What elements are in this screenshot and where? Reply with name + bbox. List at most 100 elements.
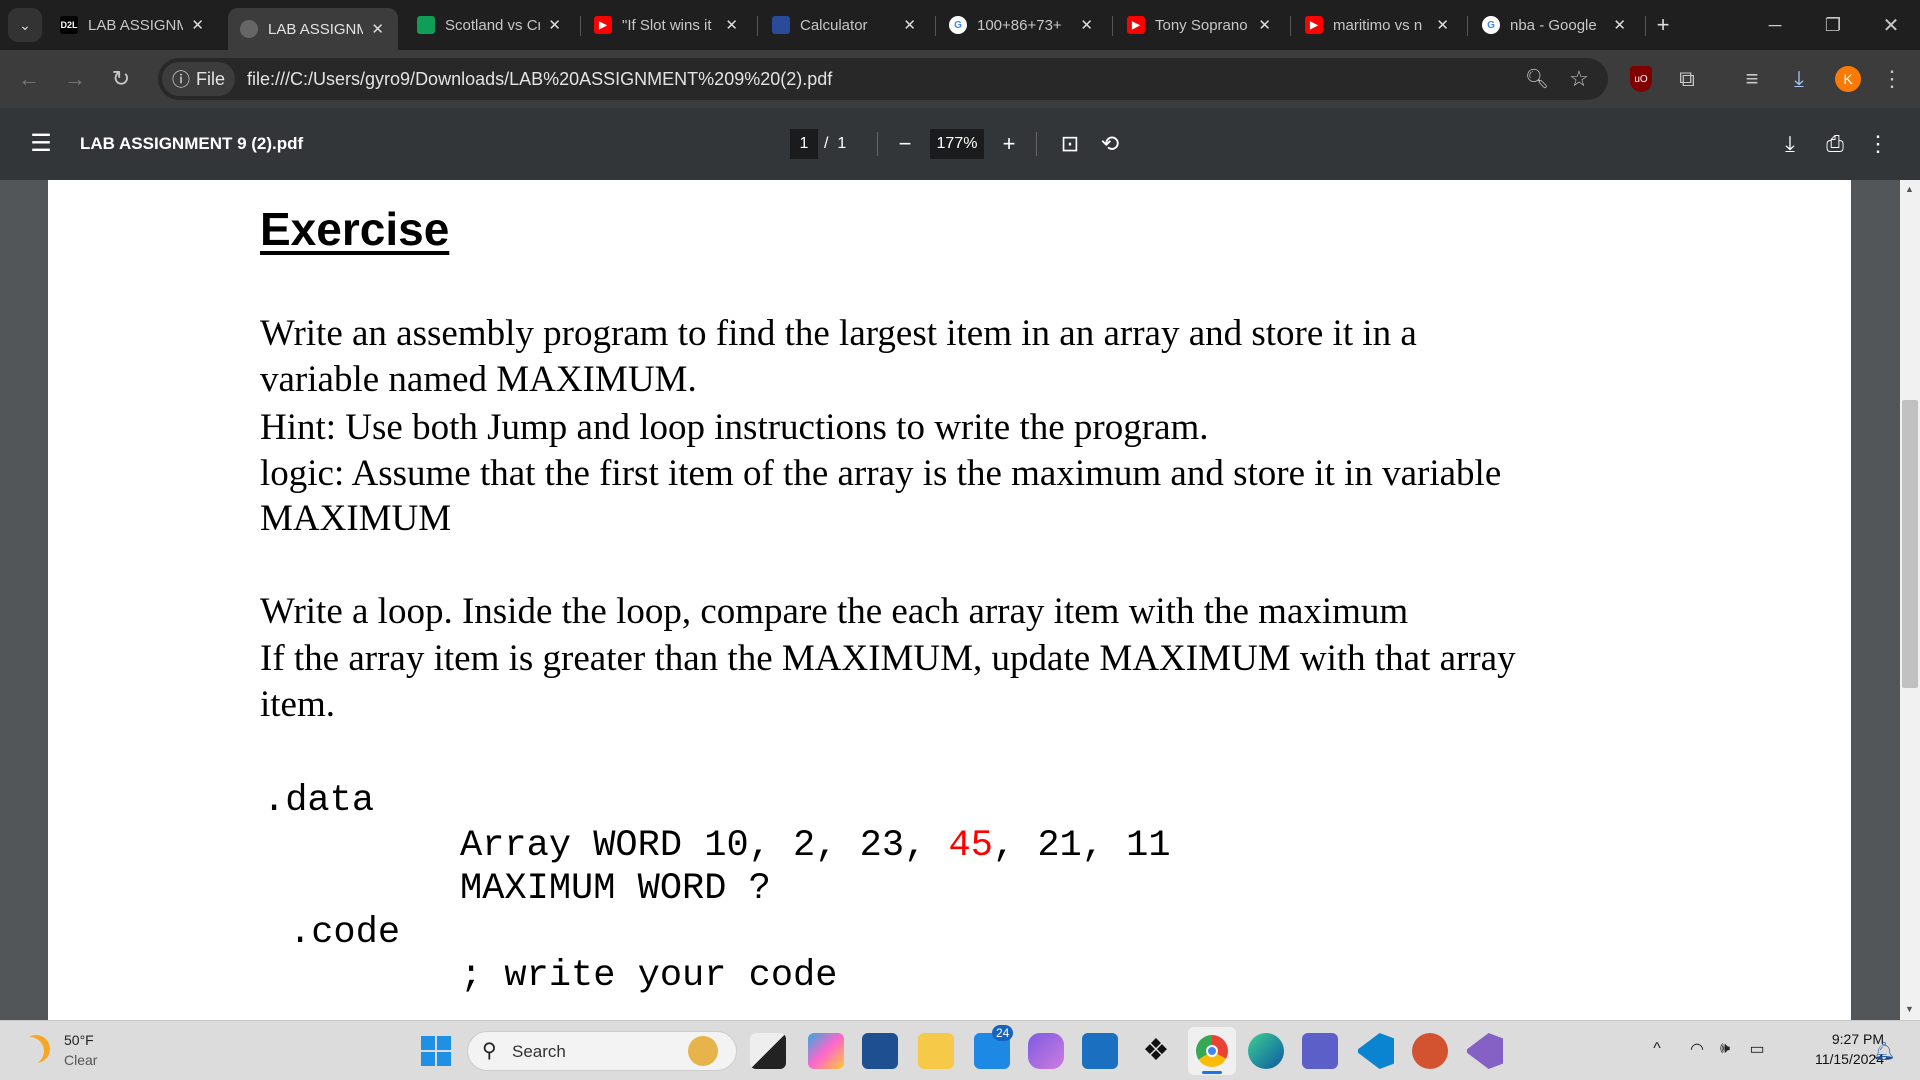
close-tab-icon[interactable]: ✕ xyxy=(1080,16,1093,34)
sheets-icon xyxy=(417,16,435,34)
new-tab-button[interactable]: + xyxy=(1648,10,1678,40)
copilot-icon[interactable] xyxy=(808,1033,844,1069)
pdf-toolbar: ☰ LAB ASSIGNMENT 9 (2).pdf 1 / 1 − 177% … xyxy=(0,108,1920,180)
tab[interactable]: D2L LAB ASSIGNMENT ✕ xyxy=(48,8,218,42)
site-info-chip[interactable]: ⓘ File xyxy=(162,62,236,96)
weather-widget[interactable]: 50°F Clear xyxy=(22,1031,142,1071)
close-tab-icon[interactable]: ✕ xyxy=(191,16,204,34)
weather-temp: 50°F xyxy=(64,1032,94,1048)
fit-page-icon[interactable]: ⊡ xyxy=(1055,128,1085,160)
back-button[interactable]: ← xyxy=(12,62,46,96)
tab[interactable]: ▶ "If Slot wins it ✕ xyxy=(582,8,752,42)
extensions-icon[interactable]: ⧉ xyxy=(1670,62,1704,96)
scroll-up-arrow[interactable]: ▲ xyxy=(1905,184,1914,194)
app-s-icon[interactable] xyxy=(1082,1033,1118,1069)
microsoft-store-icon[interactable] xyxy=(862,1033,898,1069)
tab[interactable]: Gnba - Google ✕ xyxy=(1470,8,1640,42)
battery-icon[interactable]: ▭ xyxy=(1745,1037,1769,1061)
scrollbar[interactable]: ▲ ▼ xyxy=(1900,180,1920,1020)
more-options-icon[interactable]: ⋮ xyxy=(1866,128,1890,160)
tab-active[interactable]: LAB ASSIGNMENT ✕ xyxy=(228,8,398,50)
tab-title: "If Slot wins it xyxy=(622,16,712,34)
browser-menu-icon[interactable]: ⋮ xyxy=(1880,62,1904,96)
reload-button[interactable]: ↻ xyxy=(104,62,138,96)
close-tab-icon[interactable]: ✕ xyxy=(1258,16,1271,34)
tab[interactable]: Scotland vs Croatia ✕ xyxy=(405,8,575,42)
address-bar[interactable]: ⓘ File file:///C:/Users/gyro9/Downloads/L… xyxy=(158,58,1608,100)
notification-bell-icon[interactable]: 🔔︎ xyxy=(1872,1039,1896,1063)
youtube-icon: ▶ xyxy=(1127,16,1145,34)
taskbar: 50°F Clear ⚲ Search 24 ❖ ^ ◠ 🕪 ▭ 9:27 PM… xyxy=(0,1020,1920,1080)
paragraph-line: MAXIMUM xyxy=(260,498,452,539)
moon-icon xyxy=(22,1035,50,1063)
task-view-icon[interactable] xyxy=(750,1033,786,1069)
clock-date: 11/15/2024 xyxy=(1814,1051,1884,1067)
close-tab-icon[interactable]: ✕ xyxy=(371,20,384,38)
visual-studio-icon[interactable] xyxy=(1467,1033,1503,1069)
chrome-icon[interactable] xyxy=(1188,1027,1236,1075)
pdf-page: Exercise Write an assembly program to fi… xyxy=(48,180,1851,1020)
url-text[interactable]: file:///C:/Users/gyro9/Downloads/LAB%20A… xyxy=(247,69,832,90)
restore-button[interactable]: ❐ xyxy=(1818,10,1848,40)
scheme-label: File xyxy=(196,68,226,89)
tab-title: Scotland vs Croatia xyxy=(445,16,540,34)
vscode-icon[interactable] xyxy=(1358,1033,1394,1069)
scrollbar-thumb[interactable] xyxy=(1902,400,1918,688)
search-icon: ⚲ xyxy=(482,1040,497,1062)
wifi-icon[interactable]: ◠ xyxy=(1685,1037,1709,1061)
close-tab-icon[interactable]: ✕ xyxy=(725,16,738,34)
tab[interactable]: G 100+86+73+ ✕ xyxy=(937,8,1107,42)
zoom-in-button[interactable]: + xyxy=(994,128,1024,160)
clock-time: 9:27 PM xyxy=(1831,1031,1884,1047)
tab-title: Tony Soprano xyxy=(1155,16,1248,34)
exercise-heading: Exercise xyxy=(260,203,450,255)
paragraph-line: variable named MAXIMUM. xyxy=(260,359,697,400)
mail-badge: 24 xyxy=(992,1025,1014,1041)
close-window-button[interactable]: ✕ xyxy=(1876,10,1906,40)
close-tab-icon[interactable]: ✕ xyxy=(1613,16,1626,34)
highlighted-value: 45 xyxy=(948,825,993,867)
paragraph-line: Write an assembly program to find the la… xyxy=(260,313,1417,354)
zoom-icon[interactable]: 🔍︎ xyxy=(1524,66,1550,92)
clock[interactable]: 9:27 PM 11/15/2024 xyxy=(1780,1029,1884,1069)
start-button[interactable] xyxy=(418,1033,454,1069)
volume-icon[interactable]: 🕪 xyxy=(1713,1037,1737,1061)
show-hidden-icons[interactable]: ^ xyxy=(1645,1037,1669,1061)
tab-title: nba - Google xyxy=(1510,16,1597,34)
menu-icon[interactable]: ☰ xyxy=(24,126,58,160)
close-tab-icon[interactable]: ✕ xyxy=(903,16,916,34)
media-control-icon[interactable]: ≡ xyxy=(1735,62,1769,96)
close-tab-icon[interactable]: ✕ xyxy=(1436,16,1449,34)
tab[interactable]: Calculator ✕ xyxy=(760,8,930,42)
page-total: / 1 xyxy=(824,135,847,152)
dropbox-icon[interactable]: ❖ xyxy=(1138,1033,1174,1069)
file-explorer-icon[interactable] xyxy=(918,1033,954,1069)
bookmark-star-icon[interactable]: ☆ xyxy=(1566,66,1592,92)
powerpoint-icon[interactable] xyxy=(1412,1033,1448,1069)
tab-search-button[interactable]: ⌄ xyxy=(8,8,42,42)
m365-icon[interactable] xyxy=(1028,1033,1064,1069)
forward-button[interactable]: → xyxy=(58,62,92,96)
weather-desc: Clear xyxy=(64,1052,98,1068)
minimize-button[interactable]: ─ xyxy=(1760,10,1790,40)
tab[interactable]: ▶ maritimo vs n ✕ xyxy=(1293,8,1463,42)
google-icon: G xyxy=(1482,16,1500,34)
page-number-input[interactable]: 1 xyxy=(790,129,818,159)
mail-icon[interactable]: 24 xyxy=(974,1025,1014,1069)
tab[interactable]: ▶ Tony Soprano ✕ xyxy=(1115,8,1285,42)
print-icon[interactable]: ⎙ xyxy=(1820,128,1850,160)
download-icon[interactable]: ⤓ xyxy=(1775,128,1805,160)
scroll-down-arrow[interactable]: ▼ xyxy=(1905,1004,1914,1014)
zoom-level-input[interactable]: 177% xyxy=(930,129,984,159)
rotate-icon[interactable]: ⟲ xyxy=(1095,128,1125,160)
profile-avatar[interactable]: K xyxy=(1835,66,1861,92)
taskbar-search[interactable]: ⚲ Search xyxy=(467,1031,737,1071)
ublock-icon[interactable]: uO xyxy=(1630,66,1652,92)
teams-icon[interactable] xyxy=(1302,1033,1338,1069)
zoom-out-button[interactable]: − xyxy=(890,128,920,160)
close-tab-icon[interactable]: ✕ xyxy=(548,16,561,34)
code-array-line: Array WORD 10, 2, 23, 45, 21, 11 xyxy=(460,825,1171,867)
tab-strip: ⌄ D2L LAB ASSIGNMENT ✕ LAB ASSIGNMENT ✕ Sco… xyxy=(0,0,1920,50)
downloads-icon[interactable]: ⤓ xyxy=(1782,62,1816,96)
edge-icon[interactable] xyxy=(1248,1033,1284,1069)
